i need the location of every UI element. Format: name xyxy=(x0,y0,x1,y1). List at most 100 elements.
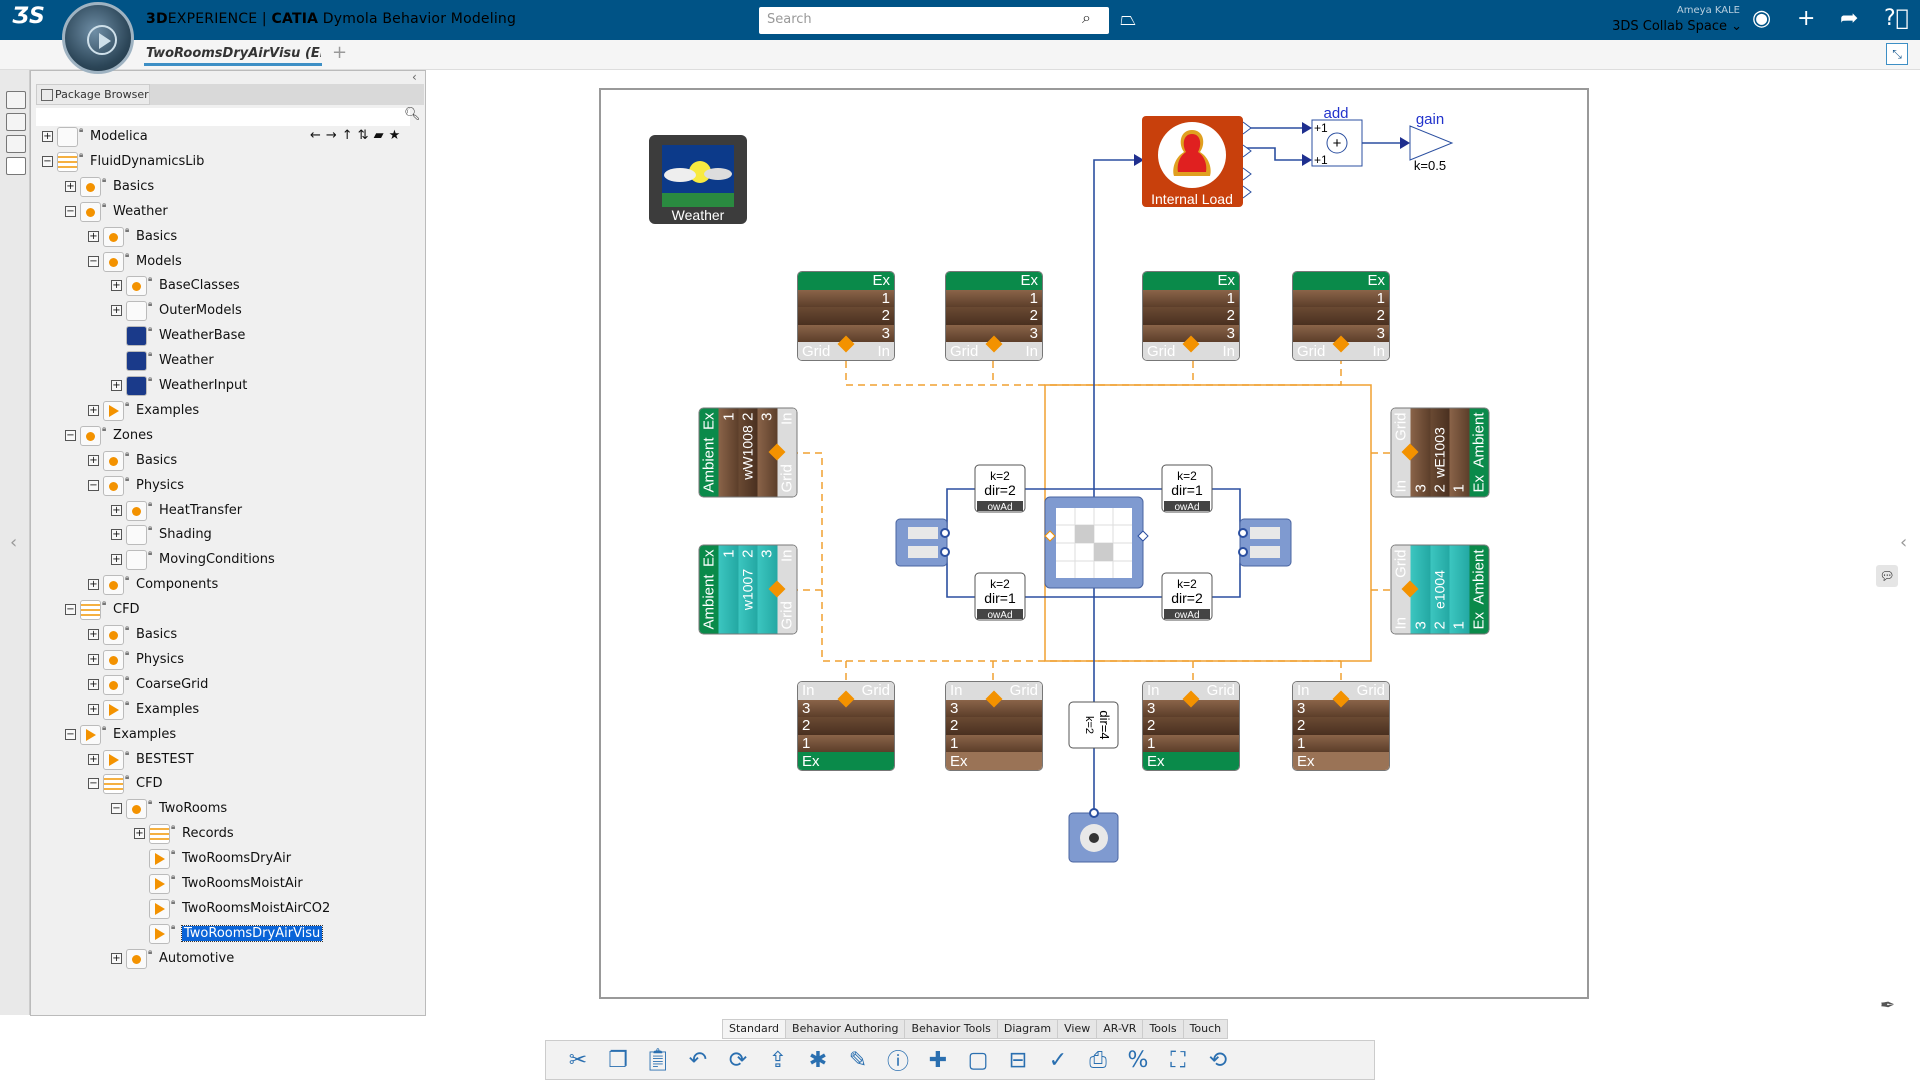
wall-layer: 2 xyxy=(798,717,894,735)
pen-icon[interactable]: ✒ xyxy=(1880,995,1895,1016)
flow-tag: owAd xyxy=(1174,610,1199,621)
wall-header: Ex xyxy=(1293,272,1389,290)
simulate-icon[interactable]: ⟲ xyxy=(1204,1048,1232,1073)
expand-right-icon[interactable]: ‹ xyxy=(1900,532,1907,553)
wall-header: Ex xyxy=(798,272,894,290)
flow-element[interactable]: k=2dir=1 owAd xyxy=(974,572,1026,621)
wall-layer: 2 xyxy=(1143,717,1239,735)
wall-layer: 2 xyxy=(1293,717,1389,735)
ribbon-tab-view[interactable]: View xyxy=(1057,1019,1098,1039)
add-component-icon[interactable]: ✚ xyxy=(924,1048,952,1073)
paste-icon[interactable]: 📋︎ xyxy=(644,1048,672,1073)
rectangle-icon[interactable]: ▢ xyxy=(964,1048,992,1073)
comment-icon[interactable]: 💬︎ xyxy=(1876,565,1898,587)
print-icon[interactable]: ⎙ xyxy=(1084,1048,1112,1073)
ribbon-tab-behavior-authoring[interactable]: Behavior Authoring xyxy=(785,1019,906,1039)
ribbon-tabs: Standard Behavior Authoring Behavior Tools… xyxy=(722,1019,1229,1039)
wall-layer: 2 e1004 xyxy=(1429,545,1450,633)
add-block[interactable]: + +1 +1 add xyxy=(1311,105,1363,167)
pump[interactable] xyxy=(1068,808,1119,863)
ribbon-tab-standard[interactable]: Standard xyxy=(722,1019,787,1039)
align-icon[interactable]: ⊟ xyxy=(1004,1048,1032,1073)
undo-icon[interactable]: ↶ xyxy=(684,1048,712,1073)
wall-layer: 2 xyxy=(1293,307,1389,325)
flow-param-k: k=2 xyxy=(1177,469,1197,483)
wall-layer: 2 xyxy=(798,307,894,325)
wall-layer: 1 xyxy=(1143,289,1239,308)
boundary-left[interactable] xyxy=(895,518,950,567)
add-input-1: +1 xyxy=(1314,121,1328,135)
add-label: add xyxy=(1323,105,1348,122)
check-icon[interactable]: ✓ xyxy=(1044,1048,1072,1073)
flow-param-k: k=2 xyxy=(1083,716,1095,734)
internal-load-block[interactable]: Internal Load xyxy=(1142,116,1252,207)
wall-header: Ambient Ex xyxy=(699,545,719,633)
flow-tag: owAd xyxy=(987,610,1012,621)
flow-param-k: k=2 xyxy=(990,469,1010,483)
wall-layer: 1 xyxy=(946,734,1042,753)
wall-layer: 2 w1007 xyxy=(737,545,758,633)
wall-layer: 1 xyxy=(1143,734,1239,753)
new-model-icon[interactable]: ✱ xyxy=(804,1048,832,1073)
flow-element[interactable]: k=2dir=1 owAd xyxy=(1161,464,1213,513)
flow-tag: owAd xyxy=(987,502,1012,513)
edit-icon[interactable]: ✎ xyxy=(844,1048,872,1073)
flow-param-k: k=2 xyxy=(990,577,1010,591)
wall-label: wE1003 xyxy=(1431,426,1448,478)
flow-param-dir: dir=2 xyxy=(1171,590,1203,606)
compass-icon[interactable] xyxy=(62,2,134,74)
wall-layer: 2 xyxy=(946,717,1042,735)
wall-layer: 1 xyxy=(798,734,894,753)
gain-parameter: k=0.5 xyxy=(1414,158,1446,173)
weather-block[interactable]: Weather xyxy=(649,135,747,224)
wall-layer: 1 xyxy=(1293,289,1389,308)
room-volume[interactable] xyxy=(1044,496,1149,589)
wall-footer: Ex xyxy=(946,752,1042,770)
wall-footer: Ex xyxy=(1293,752,1389,770)
vertical-flow-element[interactable]: dir=4k=2 xyxy=(1068,701,1119,749)
flow-element[interactable]: k=2dir=2 owAd xyxy=(1161,572,1213,621)
ribbon-tab-diagram[interactable]: Diagram xyxy=(996,1019,1059,1039)
wall-label: wW1008 xyxy=(739,424,756,480)
flow-param-dir: dir=1 xyxy=(984,590,1016,606)
gain-label: gain xyxy=(1416,111,1444,128)
boundary-right[interactable] xyxy=(1238,518,1292,567)
refresh-icon[interactable]: ⟳ xyxy=(724,1048,752,1073)
wall-footer: Ex xyxy=(798,752,894,770)
wall-layer: 1 xyxy=(1293,734,1389,753)
wall-layer: 2 xyxy=(946,307,1042,325)
flow-element[interactable]: k=2dir=2 owAd xyxy=(974,464,1026,513)
add-symbol: + xyxy=(1333,135,1342,152)
gain-block[interactable]: gain k=0.5 xyxy=(1409,111,1454,173)
wall-layer: 1 xyxy=(798,289,894,308)
ribbon-tab-tools[interactable]: Tools xyxy=(1142,1019,1184,1039)
wall-header: Ambient Ex xyxy=(699,408,719,496)
cut-icon[interactable]: ✂ xyxy=(564,1048,592,1073)
ribbon-tab-behavior-tools[interactable]: Behavior Tools xyxy=(904,1019,998,1039)
wall-label: w1007 xyxy=(739,568,756,610)
wall-layer: 1 xyxy=(1449,545,1469,633)
wall-footer: Ex Ambient xyxy=(1468,545,1488,633)
parameter-icon[interactable]: % xyxy=(1124,1048,1152,1073)
flowchart-icon[interactable]: ⛶ xyxy=(1164,1048,1192,1073)
wall-layer: 1 xyxy=(946,289,1042,308)
weather-label: Weather xyxy=(672,207,725,223)
flow-param-k: k=2 xyxy=(1177,577,1197,591)
wall-header: Ex xyxy=(946,272,1042,290)
wall-layer: 1 xyxy=(718,545,738,633)
flow-param-dir: dir=4 xyxy=(1097,710,1112,739)
ribbon-tab-ar-vr[interactable]: AR-VR xyxy=(1096,1019,1144,1039)
ribbon-toolbar: ✂ ❐ 📋︎ ↶ ⟳ ⇪ ✱ ✎ ⓘ ✚ ▢ ⊟ ✓ ⎙% ⛶ ⟲ xyxy=(545,1040,1375,1080)
wall-layer: 1 xyxy=(718,408,738,496)
wall-footer: Ex xyxy=(1143,752,1239,770)
copy-icon[interactable]: ❐ xyxy=(604,1048,632,1073)
diagram-connections: Weather Internal Load + +1 +1 add gain k… xyxy=(649,105,1454,863)
add-input-2: +1 xyxy=(1314,153,1328,167)
wall-layer: 2 wE1003 xyxy=(1429,408,1450,496)
export-icon[interactable]: ⇪ xyxy=(764,1048,792,1073)
internal-load-label: Internal Load xyxy=(1151,191,1233,207)
info-icon[interactable]: ⓘ xyxy=(884,1044,912,1076)
ribbon-tab-touch[interactable]: Touch xyxy=(1182,1019,1229,1039)
wall-layer: 2 xyxy=(1143,307,1239,325)
wall-footer: Ex Ambient xyxy=(1468,408,1488,496)
